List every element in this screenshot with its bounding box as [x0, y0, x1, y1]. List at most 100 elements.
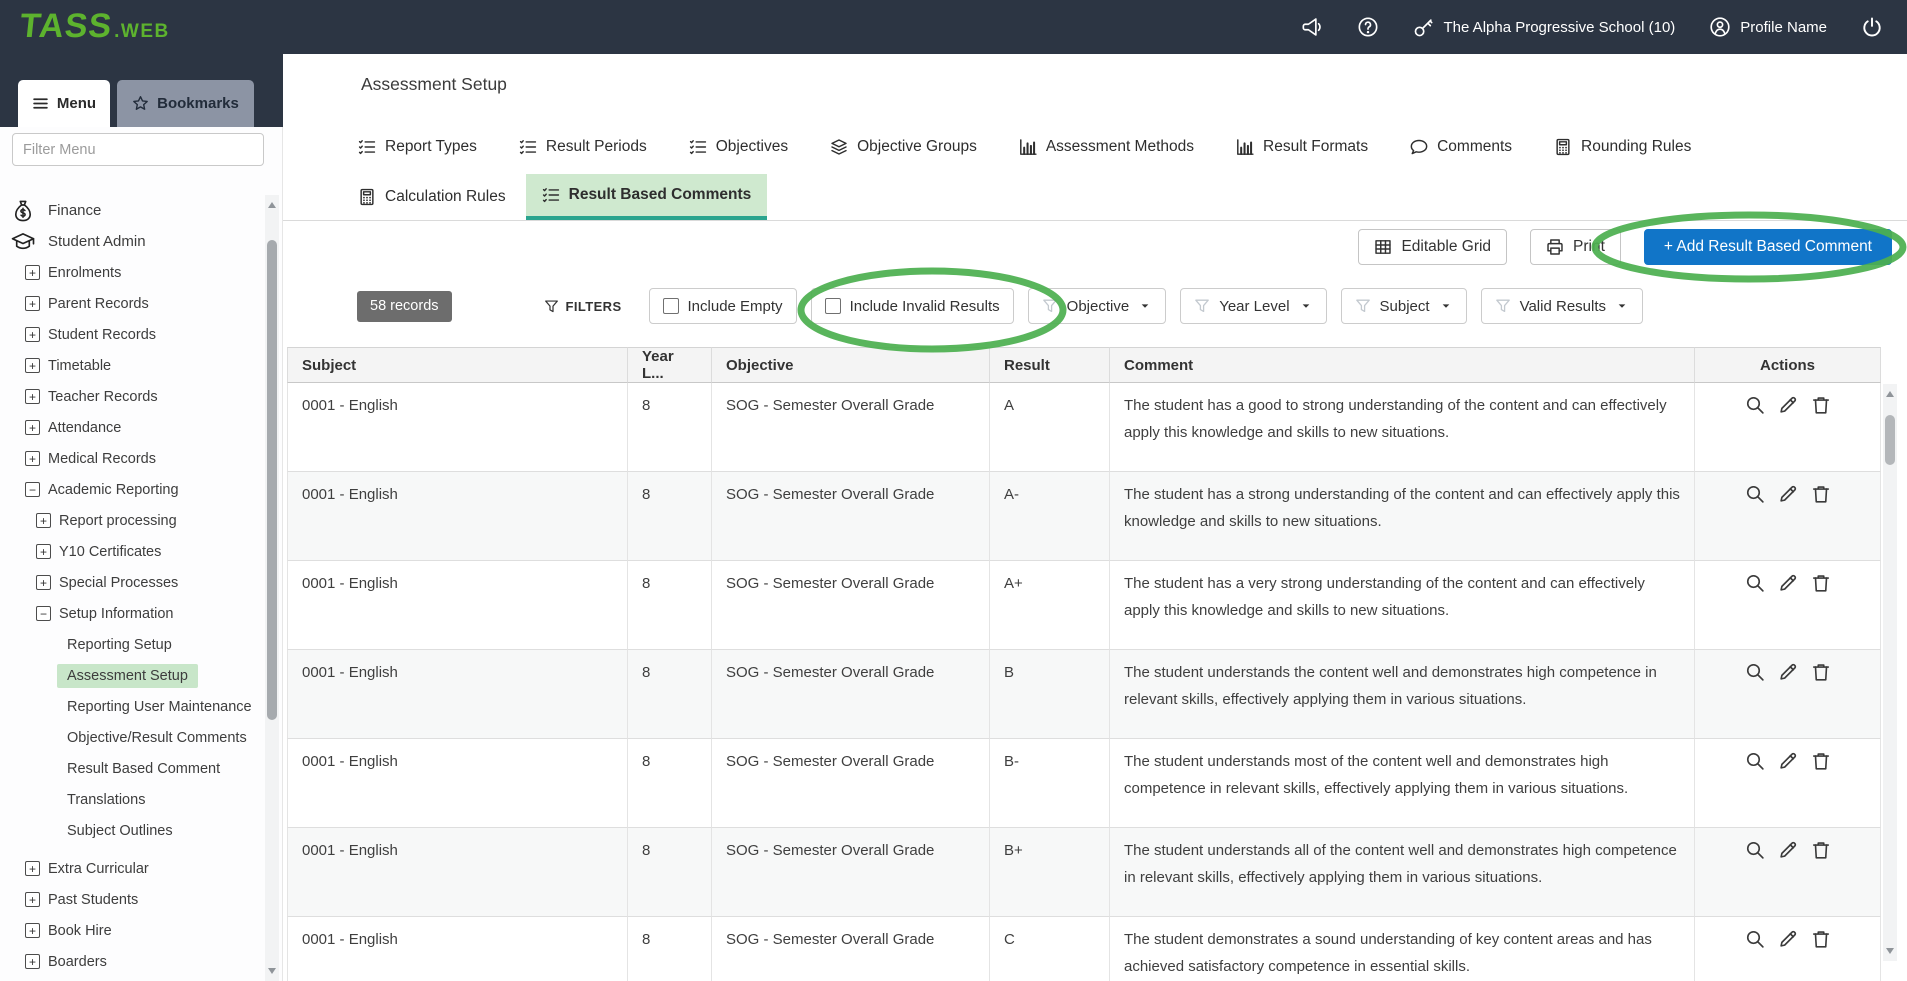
- sidebar-item-report-processing[interactable]: +Report processing: [0, 505, 264, 536]
- sidebar-item-academic-reporting[interactable]: −Academic Reporting: [0, 474, 264, 505]
- view-search-icon[interactable]: [1745, 929, 1765, 949]
- filter-menu-input[interactable]: [12, 133, 264, 166]
- table-scroll-up-icon[interactable]: [1883, 386, 1897, 402]
- column-header-year-l[interactable]: Year L...: [628, 347, 712, 383]
- bookmarks-tab[interactable]: Bookmarks: [117, 80, 254, 127]
- sidebar-item-reporting-setup[interactable]: Reporting Setup: [0, 629, 264, 660]
- filter-dropdown-year-level[interactable]: Year Level: [1180, 288, 1326, 324]
- filter-dropdown-objective[interactable]: Objective: [1028, 288, 1167, 324]
- delete-trash-icon[interactable]: [1811, 484, 1831, 504]
- sidebar-item-translations[interactable]: Translations: [0, 784, 264, 815]
- checkbox-icon[interactable]: [663, 298, 679, 314]
- help-icon[interactable]: [1357, 16, 1379, 38]
- filter-dropdown-subject[interactable]: Subject: [1341, 288, 1467, 324]
- add-result-based-comment-button[interactable]: + Add Result Based Comment: [1644, 229, 1892, 265]
- expand-plus-icon[interactable]: +: [25, 389, 40, 404]
- collapse-minus-icon[interactable]: −: [36, 606, 51, 621]
- scroll-up-icon[interactable]: [265, 197, 279, 213]
- tab-assessment-methods[interactable]: Assessment Methods: [1019, 138, 1194, 156]
- sidebar-item-special-processes[interactable]: +Special Processes: [0, 567, 264, 598]
- sidebar-item-enrolments[interactable]: +Enrolments: [0, 257, 264, 288]
- column-header-comment[interactable]: Comment: [1110, 347, 1695, 383]
- sidebar-item-reporting-user-maintenance[interactable]: Reporting User Maintenance: [0, 691, 264, 722]
- edit-pencil-icon[interactable]: [1778, 573, 1798, 593]
- expand-plus-icon[interactable]: +: [25, 861, 40, 876]
- column-header-objective[interactable]: Objective: [712, 347, 990, 383]
- view-search-icon[interactable]: [1745, 395, 1765, 415]
- expand-plus-icon[interactable]: +: [25, 420, 40, 435]
- tab-objectives[interactable]: Objectives: [689, 138, 788, 156]
- delete-trash-icon[interactable]: [1811, 662, 1831, 682]
- delete-trash-icon[interactable]: [1811, 573, 1831, 593]
- sidebar-item-objective-result-comments[interactable]: Objective/Result Comments: [0, 722, 264, 753]
- checkbox-icon[interactable]: [825, 298, 841, 314]
- edit-pencil-icon[interactable]: [1778, 395, 1798, 415]
- sidebar-item-result-based-comment[interactable]: Result Based Comment: [0, 753, 264, 784]
- edit-pencil-icon[interactable]: [1778, 840, 1798, 860]
- expand-plus-icon[interactable]: +: [36, 544, 51, 559]
- tab-result-formats[interactable]: Result Formats: [1236, 138, 1368, 156]
- checkbox-include-invalid-results[interactable]: Include Invalid Results: [811, 288, 1014, 324]
- editable-grid-button[interactable]: Editable Grid: [1358, 229, 1507, 265]
- checkbox-include-empty[interactable]: Include Empty: [649, 288, 797, 324]
- tab-rounding-rules[interactable]: Rounding Rules: [1554, 138, 1691, 156]
- table-scroll-thumb[interactable]: [1885, 415, 1895, 465]
- sidebar-item-equipment-hire[interactable]: +Equipment Hire: [0, 977, 264, 981]
- sidebar-item-medical-records[interactable]: +Medical Records: [0, 443, 264, 474]
- sidebar-item-past-students[interactable]: +Past Students: [0, 884, 264, 915]
- school-selector[interactable]: The Alpha Progressive School (10): [1413, 16, 1676, 38]
- expand-plus-icon[interactable]: +: [25, 358, 40, 373]
- view-search-icon[interactable]: [1745, 751, 1765, 771]
- delete-trash-icon[interactable]: [1811, 395, 1831, 415]
- scroll-down-icon[interactable]: [265, 963, 279, 979]
- menu-tab[interactable]: Menu: [18, 80, 110, 127]
- tab-result-based-comments[interactable]: Result Based Comments: [526, 174, 768, 220]
- logout-icon[interactable]: [1861, 16, 1883, 38]
- view-search-icon[interactable]: [1745, 840, 1765, 860]
- sidebar-item-parent-records[interactable]: +Parent Records: [0, 288, 264, 319]
- delete-trash-icon[interactable]: [1811, 751, 1831, 771]
- expand-plus-icon[interactable]: +: [25, 451, 40, 466]
- tab-result-periods[interactable]: Result Periods: [519, 138, 647, 156]
- sidebar-item-student-records[interactable]: +Student Records: [0, 319, 264, 350]
- sidebar-item-subject-outlines[interactable]: Subject Outlines: [0, 815, 264, 846]
- view-search-icon[interactable]: [1745, 573, 1765, 593]
- profile-menu[interactable]: Profile Name: [1709, 16, 1827, 38]
- edit-pencil-icon[interactable]: [1778, 662, 1798, 682]
- tab-report-types[interactable]: Report Types: [358, 138, 477, 156]
- sidebar-item-boarders[interactable]: +Boarders: [0, 946, 264, 977]
- sidebar-item-attendance[interactable]: +Attendance: [0, 412, 264, 443]
- tab-calculation-rules[interactable]: Calculation Rules: [358, 174, 506, 220]
- sidebar-scrollbar[interactable]: [265, 195, 279, 981]
- view-search-icon[interactable]: [1745, 662, 1765, 682]
- sidebar-item-assessment-setup[interactable]: Assessment Setup: [0, 660, 264, 691]
- edit-pencil-icon[interactable]: [1778, 929, 1798, 949]
- announcements-icon[interactable]: [1301, 16, 1323, 38]
- delete-trash-icon[interactable]: [1811, 840, 1831, 860]
- delete-trash-icon[interactable]: [1811, 929, 1831, 949]
- sidebar-item-extra-curricular[interactable]: +Extra Curricular: [0, 853, 264, 884]
- sidebar-item-finance[interactable]: Finance: [0, 195, 264, 226]
- print-button[interactable]: Print: [1530, 229, 1621, 265]
- filter-dropdown-valid-results[interactable]: Valid Results: [1481, 288, 1643, 324]
- expand-plus-icon[interactable]: +: [36, 513, 51, 528]
- column-header-actions[interactable]: Actions: [1695, 347, 1881, 383]
- expand-plus-icon[interactable]: +: [36, 575, 51, 590]
- expand-plus-icon[interactable]: +: [25, 296, 40, 311]
- table-scroll-down-icon[interactable]: [1883, 943, 1897, 959]
- view-search-icon[interactable]: [1745, 484, 1765, 504]
- tab-comments[interactable]: Comments: [1410, 138, 1512, 156]
- column-header-result[interactable]: Result: [990, 347, 1110, 383]
- expand-plus-icon[interactable]: +: [25, 954, 40, 969]
- expand-plus-icon[interactable]: +: [25, 265, 40, 280]
- sidebar-item-student-admin[interactable]: Student Admin: [0, 226, 264, 257]
- sidebar-item-setup-information[interactable]: −Setup Information: [0, 598, 264, 629]
- collapse-minus-icon[interactable]: −: [25, 482, 40, 497]
- sidebar-scroll-thumb[interactable]: [267, 240, 277, 720]
- table-scrollbar[interactable]: [1883, 384, 1897, 961]
- sidebar-item-y10-certificates[interactable]: +Y10 Certificates: [0, 536, 264, 567]
- expand-plus-icon[interactable]: +: [25, 892, 40, 907]
- edit-pencil-icon[interactable]: [1778, 751, 1798, 771]
- sidebar-item-teacher-records[interactable]: +Teacher Records: [0, 381, 264, 412]
- tab-objective-groups[interactable]: Objective Groups: [830, 138, 977, 156]
